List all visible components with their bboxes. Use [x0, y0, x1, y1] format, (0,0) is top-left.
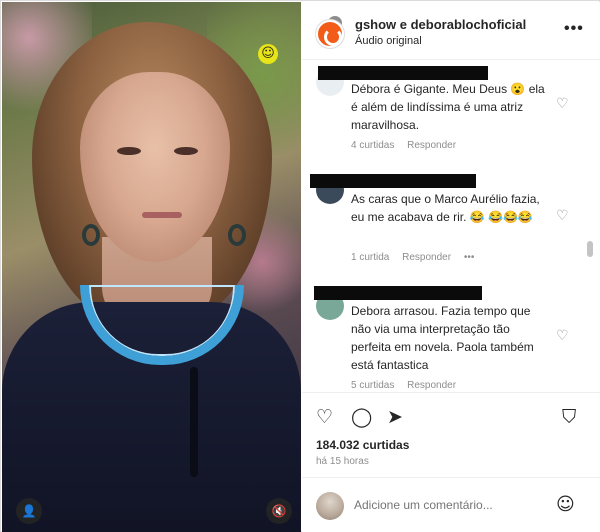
redacted-username	[310, 174, 476, 188]
reply-button[interactable]: Responder	[407, 140, 456, 151]
earring	[82, 224, 100, 246]
comment-options-icon[interactable]: •••	[464, 252, 475, 263]
more-options-icon[interactable]: •••	[564, 20, 584, 38]
share-icon[interactable]: ➤	[387, 406, 403, 428]
save-icon[interactable]: ⛉	[562, 406, 576, 428]
like-icon[interactable]: ♡	[316, 406, 333, 428]
comment-text: As caras que o Marco Aurélio fazia, eu m…	[351, 192, 540, 224]
redacted-username	[314, 286, 482, 300]
woman-eye	[117, 147, 141, 155]
woman-eye	[174, 147, 198, 155]
comment-text: Débora é Gigante. Meu Deus 😮 ela é além …	[351, 82, 545, 132]
earring	[228, 224, 246, 246]
post-video[interactable]: ☺ 👤 🔇	[2, 2, 301, 532]
comment-icon[interactable]: ◯	[351, 406, 372, 428]
comments-list: Débora é Gigante. Meu Deus 😮 ela é além …	[302, 60, 600, 392]
tagged-users-icon[interactable]: 👤	[16, 498, 42, 524]
comment-text: Debora arrasou. Fazia tempo que não via …	[351, 304, 534, 372]
comment-likes[interactable]: 4 curtidas	[351, 140, 394, 151]
post-actions: ♡ ◯ ➤ ⛉ 184.032 curtidas há 15 horas ☺	[302, 392, 600, 532]
emoji-picker-icon[interactable]: ☺	[556, 494, 575, 515]
like-comment-icon[interactable]: ♡	[556, 96, 569, 112]
redacted-username	[318, 66, 488, 80]
post-header: gshow e deborablochoficial Áudio origina…	[302, 2, 600, 60]
like-comment-icon[interactable]: ♡	[556, 208, 569, 224]
comment-likes[interactable]: 5 curtidas	[351, 380, 394, 391]
add-comment-row: ☺	[302, 477, 600, 532]
add-comment-input[interactable]	[354, 498, 544, 512]
dress-keyhole	[190, 367, 198, 477]
smiley-sticker-icon: ☺	[258, 44, 278, 64]
comment-likes[interactable]: 1 curtida	[351, 252, 389, 263]
audio-link[interactable]: Áudio original	[355, 35, 422, 47]
post-side-panel: gshow e deborablochoficial Áudio origina…	[302, 2, 600, 532]
comment-meta: 4 curtidas Responder	[351, 140, 466, 151]
current-user-avatar	[316, 492, 344, 520]
post-modal: ☺ 👤 🔇 gshow e deborablochoficial Áudio o…	[0, 0, 600, 532]
post-authors[interactable]: gshow e deborablochoficial	[355, 17, 526, 32]
post-likes-count[interactable]: 184.032 curtidas	[316, 438, 409, 452]
comment-meta: 5 curtidas Responder	[351, 380, 466, 391]
post-timestamp: há 15 horas	[316, 456, 369, 467]
comments-scrollbar[interactable]	[587, 241, 593, 257]
reply-button[interactable]: Responder	[407, 380, 456, 391]
mute-icon[interactable]: 🔇	[266, 498, 292, 524]
reply-button[interactable]: Responder	[402, 252, 451, 263]
gshow-avatar[interactable]	[316, 20, 344, 48]
woman-mouth	[142, 212, 182, 218]
like-comment-icon[interactable]: ♡	[556, 328, 569, 344]
comment-meta: 1 curtida Responder •••	[351, 252, 484, 263]
